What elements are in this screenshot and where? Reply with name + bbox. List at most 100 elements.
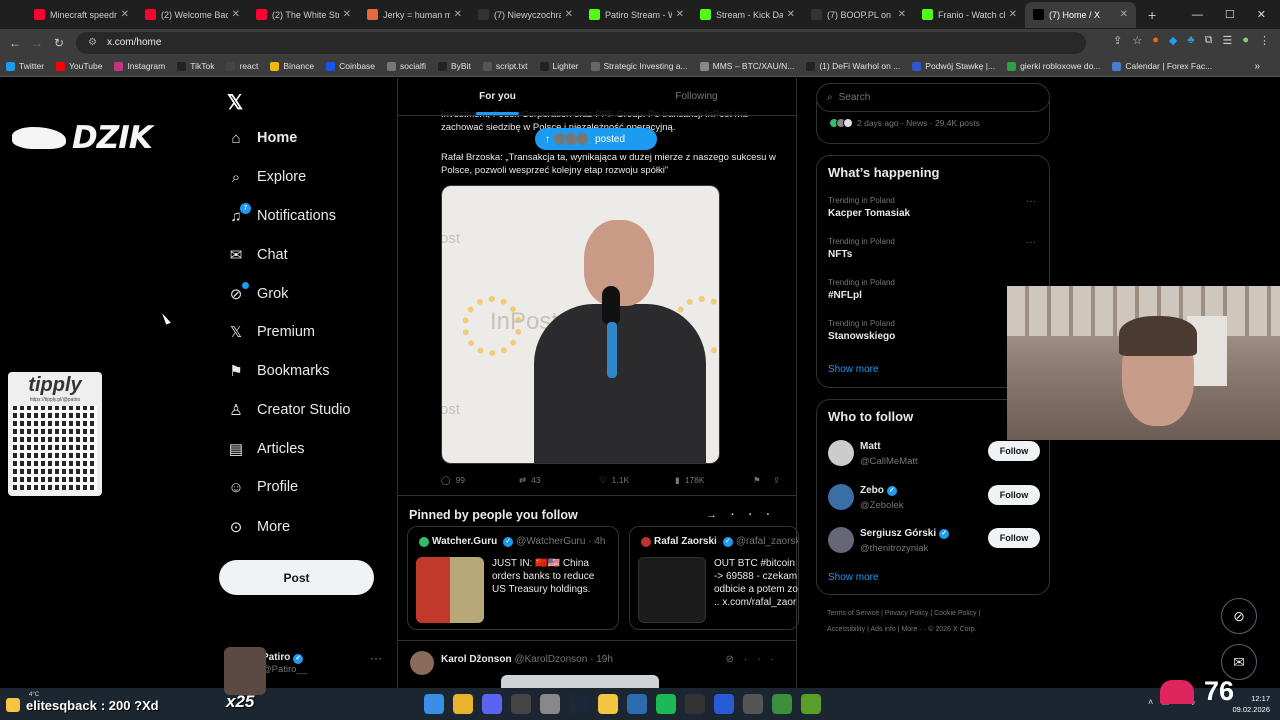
close-tab-icon[interactable]: ✕ [343, 9, 351, 20]
app-icon[interactable] [685, 694, 705, 714]
bookmark-item[interactable]: Calendar | Forex Fac... [1112, 61, 1212, 71]
nav-item-creator-studio[interactable]: ♙ Creator Studio [227, 395, 350, 425]
bookmark-star-icon[interactable]: ☆ [1132, 34, 1142, 47]
url-field[interactable]: ⚙ x.com/home [76, 31, 1086, 54]
extension-icon[interactable]: ♣ [1187, 34, 1194, 47]
nav-item-premium[interactable]: 𝕏 Premium [227, 317, 315, 347]
show-more-link[interactable]: Show more [828, 572, 879, 583]
chrome-icon[interactable] [453, 694, 473, 714]
tweet[interactable]: Karol Džonson @KarolDzonson · 19h ⊘··· [398, 640, 796, 688]
post-button[interactable]: Post [219, 560, 374, 595]
nav-item-more[interactable]: ⊙ More [227, 512, 290, 542]
close-tab-icon[interactable]: ✕ [121, 9, 129, 20]
bookmark-item[interactable]: TikTok [177, 61, 214, 71]
account-more-icon[interactable]: ··· [370, 651, 382, 665]
close-window-button[interactable]: ✕ [1257, 8, 1266, 21]
bookmark-item[interactable]: Lighter [539, 61, 579, 71]
explorer-icon[interactable] [598, 694, 618, 714]
bookmark-item[interactable]: Twitter [6, 61, 44, 71]
follow-button[interactable]: Follow [988, 485, 1040, 505]
extension-icon[interactable]: ◆ [1169, 34, 1177, 47]
footer-links[interactable]: Terms of Service | Privacy Policy | Cook… [827, 606, 1047, 638]
bookmark-icon[interactable]: ⚑ [753, 475, 773, 486]
extensions-puzzle-icon[interactable]: ⧉ [1205, 34, 1213, 47]
pinned-card[interactable]: Watcher.Guru ✓ @WatcherGuru · 4h JUST IN: … [407, 526, 619, 630]
bookmarks-overflow-icon[interactable]: » [1254, 61, 1260, 72]
tab-for-you[interactable]: For you [398, 78, 597, 115]
discord-icon[interactable] [482, 694, 502, 714]
share-icon[interactable]: ⇪ [773, 475, 780, 486]
repost-button[interactable]: ⇄ 43 [519, 475, 599, 486]
close-tab-icon[interactable]: ✕ [454, 9, 462, 20]
trend-item[interactable]: Trending in Poland Kacper Tomasiak ··· [828, 196, 1040, 219]
bookmark-item[interactable]: gierki robloxowe do... [1007, 61, 1100, 71]
reload-icon[interactable]: ↻ [48, 36, 70, 50]
steam-icon[interactable] [569, 694, 589, 714]
maximize-button[interactable]: ☐ [1225, 8, 1235, 21]
app-icon[interactable] [627, 694, 647, 714]
app-icon[interactable] [540, 694, 560, 714]
new-tab-button[interactable]: + [1148, 7, 1156, 23]
browser-tab[interactable]: Stream - Kick Das ✕ [692, 2, 803, 28]
browser-menu-icon[interactable]: ⋮ [1259, 34, 1270, 47]
browser-tab[interactable]: Franio - Watch cli ✕ [914, 2, 1025, 28]
nav-item-bookmarks[interactable]: ⚑ Bookmarks [227, 356, 329, 386]
forward-icon[interactable]: → [26, 36, 48, 50]
app-icon[interactable] [743, 694, 763, 714]
nav-item-profile[interactable]: ☺ Profile [227, 472, 298, 502]
start-icon[interactable] [424, 694, 444, 714]
bookmark-item[interactable]: Instagram [114, 61, 165, 71]
close-tab-icon[interactable]: ✕ [1120, 9, 1128, 20]
close-tab-icon[interactable]: ✕ [1009, 9, 1017, 20]
browser-tab[interactable]: Patiro Stream - W ✕ [581, 2, 692, 28]
install-icon[interactable]: ⇪ [1113, 34, 1122, 47]
messages-fab-icon[interactable]: ✉ [1221, 644, 1257, 680]
app-icon[interactable] [714, 694, 734, 714]
back-icon[interactable]: ← [4, 36, 26, 50]
app-icon[interactable] [511, 694, 531, 714]
bookmark-item[interactable]: react [226, 61, 258, 71]
close-tab-icon[interactable]: ✕ [676, 9, 684, 20]
reading-list-icon[interactable]: ☰ [1222, 34, 1232, 47]
nav-item-grok[interactable]: ⊘ Grok [227, 279, 288, 309]
site-info-icon[interactable]: ⚙ [88, 37, 97, 48]
bookmark-item[interactable]: script.txt [482, 61, 528, 71]
browser-tab[interactable]: Jerky = human m ✕ [359, 2, 470, 28]
app-icon[interactable] [772, 694, 792, 714]
tweet-more-icon[interactable]: ⊘··· [726, 654, 784, 665]
tweet-photo[interactable]: InPost ost ost [441, 185, 720, 464]
nav-item-explore[interactable]: ⌕ Explore [227, 162, 306, 192]
search-input[interactable]: ⌕ Search [816, 83, 1050, 112]
x-logo-icon[interactable]: 𝕏 [227, 90, 243, 115]
follow-suggestion[interactable]: Matt @CallMeMatt Follow [828, 438, 1040, 474]
views-button[interactable]: ▮ 178K [675, 475, 753, 486]
close-tab-icon[interactable]: ✕ [787, 9, 795, 20]
trend-item[interactable]: Trending in Poland NFTs ··· [828, 237, 1040, 260]
tab-following[interactable]: Following [597, 78, 796, 115]
bookmark-item[interactable]: YouTube [56, 61, 102, 71]
close-tab-icon[interactable]: ✕ [232, 9, 240, 20]
bookmark-item[interactable]: Podwój Stawkę |... [912, 61, 995, 71]
minimize-button[interactable]: — [1192, 9, 1203, 21]
extension-icon[interactable]: ● [1152, 34, 1159, 47]
bookmark-item[interactable]: MMS – BTC/XAU/N... [699, 61, 794, 71]
profile-avatar-icon[interactable]: ● [1242, 34, 1249, 47]
browser-tab[interactable]: (7) BOOP.PL on X ✕ [803, 2, 914, 28]
bookmark-item[interactable]: (1) DeFi Warhol on ... [806, 61, 900, 71]
bookmark-item[interactable]: ByBit [438, 61, 471, 71]
browser-tab[interactable]: (2) The White Strip ✕ [248, 2, 359, 28]
nav-item-notifications[interactable]: ♫ 7 Notifications [227, 201, 336, 231]
follow-button[interactable]: Follow [988, 441, 1040, 461]
like-button[interactable]: ♡ 1.1K [599, 475, 675, 486]
follow-button[interactable]: Follow [988, 528, 1040, 548]
trend-more-icon[interactable]: ··· [1026, 196, 1036, 207]
nav-item-chat[interactable]: ✉ Chat [227, 240, 288, 270]
close-tab-icon[interactable]: ✕ [565, 9, 573, 20]
nav-item-articles[interactable]: ▤ Articles [227, 434, 305, 464]
nav-item-home[interactable]: ⌂ Home [227, 123, 297, 153]
minecraft-icon[interactable] [801, 694, 821, 714]
new-posts-pill[interactable]: ↑ posted [535, 128, 657, 150]
reply-button[interactable]: ◯ 99 [441, 475, 519, 486]
trend-more-icon[interactable]: ··· [1026, 237, 1036, 248]
bookmark-item[interactable]: Coinbase [326, 61, 375, 71]
